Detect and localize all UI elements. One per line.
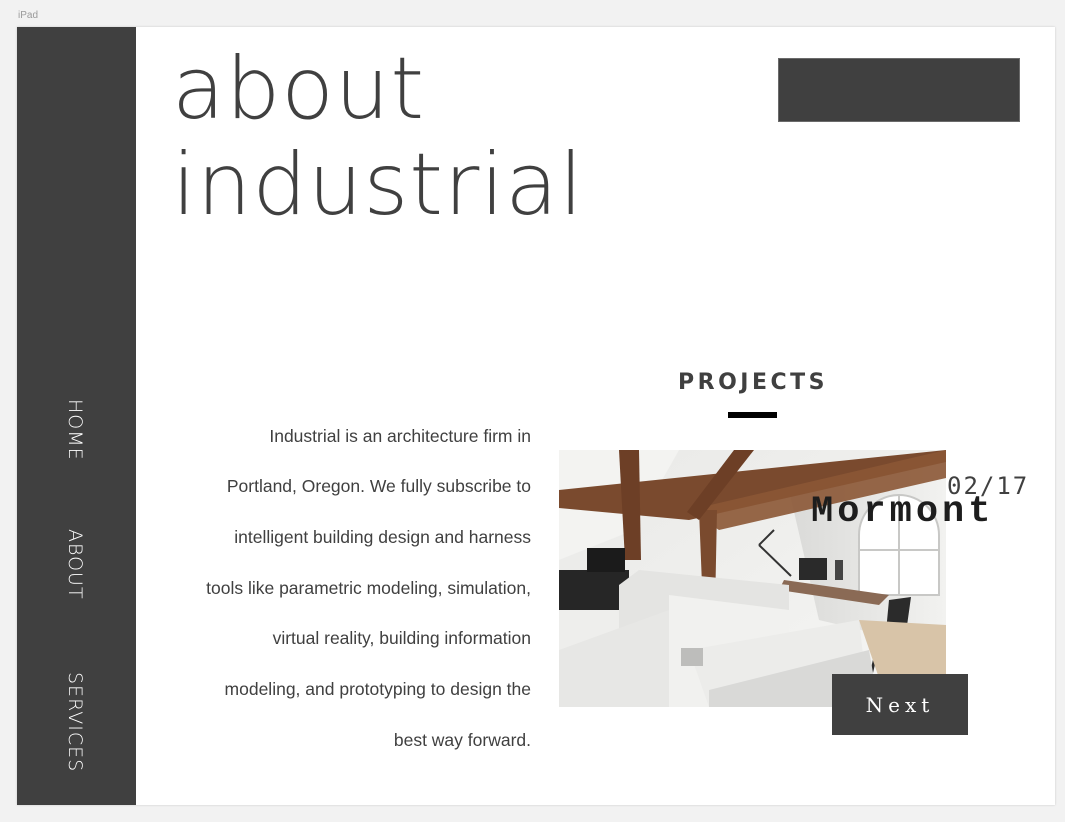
nav-item-home[interactable]: HOME [64,399,86,461]
project-name: Mormont [811,491,995,533]
device-label: iPad [18,10,39,21]
nav-item-services[interactable]: SERVICES [64,672,86,772]
projects-underline [728,412,777,418]
intro-line: Portland, Oregon. We fully subscribe to [226,476,531,497]
projects-heading: PROJECTS [678,370,828,395]
intro-line: virtual reality, building information [272,628,531,649]
header-placeholder-block [778,58,1020,122]
project-photo [559,450,946,707]
page-title-line-2: industrial [172,135,584,235]
sidebar-nav: HOME ABOUT SERVICES [17,27,136,805]
intro-line: best way forward. [393,729,531,750]
page-title-line-1: about [172,39,426,139]
intro-line: intelligent building design and harness [234,526,531,547]
intro-line: modeling, and prototyping to design the [224,679,531,700]
next-button[interactable]: Next [832,674,968,735]
intro-line: Industrial is an architecture firm in [269,425,531,446]
artboard: HOME ABOUT SERVICES about industrial Ind… [17,27,1055,805]
intro-paragraph: Industrial is an architecture firm in Po… [167,411,531,766]
page-title: about industrial [172,41,692,233]
intro-line: tools like parametric modeling, simulati… [206,577,531,598]
nav-item-about[interactable]: ABOUT [64,529,86,600]
